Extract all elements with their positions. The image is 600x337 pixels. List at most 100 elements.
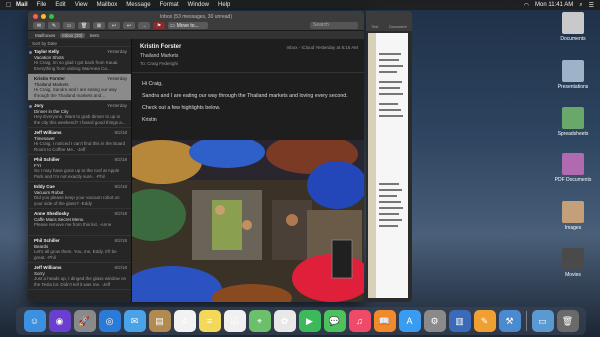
favorite-sent[interactable]: Sent	[88, 33, 101, 38]
siri-icon[interactable]: ◉	[48, 310, 71, 332]
menu-edit[interactable]: Edit	[55, 2, 65, 8]
message-date: 8/2/18	[114, 238, 127, 243]
flag-icon: ⚑	[156, 22, 162, 29]
get-mail-button[interactable]: ✉	[33, 22, 45, 29]
favorite-mailboxes[interactable]: Mailboxes	[33, 33, 57, 38]
message-date: Yesterday	[107, 103, 127, 108]
menu-view[interactable]: View	[75, 2, 88, 8]
window-title: Inbox (53 messages, 30 unread)	[160, 14, 232, 20]
messages-icon[interactable]: 💬	[323, 310, 346, 332]
mail-icon[interactable]: ✉	[123, 310, 146, 332]
menu-file[interactable]: File	[37, 2, 47, 8]
compose-icon: ✎	[51, 22, 57, 29]
wifi-icon[interactable]: ◠	[524, 2, 529, 9]
desktop-stack-movies[interactable]: Movies	[548, 248, 598, 278]
move-to-label: Move to...	[176, 22, 199, 29]
archive-button[interactable]: ▭	[63, 22, 75, 29]
photos-icon[interactable]: ✿	[273, 310, 296, 332]
books-icon[interactable]: 📖	[373, 310, 396, 332]
market-photo[interactable]	[132, 140, 364, 302]
pages-icon[interactable]: ✎	[473, 310, 496, 332]
archive-icon: ▭	[66, 22, 72, 29]
notes-icon[interactable]: ▤	[148, 310, 171, 332]
keynote-icon[interactable]: ▥	[448, 310, 471, 332]
junk-button[interactable]: ⊠	[93, 22, 105, 29]
music-icon[interactable]: ♫	[348, 310, 371, 332]
document-text-line	[379, 201, 401, 203]
xcode-icon[interactable]: ⚒	[498, 310, 521, 332]
message-date: Yesterday	[107, 76, 127, 81]
desktop-stack-spreadsheets[interactable]: Spreadsheets	[548, 107, 598, 137]
message-row[interactable]: Eddy Cue 8/2/18 Vacuum Robot Did you please…	[28, 182, 131, 209]
reminders-icon[interactable]: ☑	[223, 310, 246, 332]
downloads-icon[interactable]: ▭	[531, 310, 554, 332]
menu-window[interactable]: Window	[188, 2, 209, 8]
trash-icon[interactable]: 🗑	[556, 310, 579, 332]
status-area: ◠ Mon 11:41 AM ⌕ ☰	[524, 2, 594, 9]
spotlight-icon[interactable]: ⌕	[579, 2, 582, 9]
move-to-button[interactable]: ▭ Move to...	[168, 22, 208, 29]
notification-center-icon[interactable]: ☰	[589, 2, 594, 9]
notes-yellow-icon[interactable]: ≡	[198, 310, 221, 332]
message-row[interactable]: Jory Yesterday Dinner in the City Hey Every…	[28, 101, 131, 128]
safari-icon[interactable]: ◎	[98, 310, 121, 332]
mail-window: Inbox (53 messages, 30 unread) ✉ ✎ ▭ 🗑 ⊠…	[28, 11, 364, 302]
body-greeting: Hi Craig,	[142, 81, 163, 87]
menu-app-mail[interactable]: Mail	[16, 2, 28, 8]
desktop-stack-presentations[interactable]: Presentations	[548, 60, 598, 90]
stack-label: PDF Documents	[554, 177, 592, 183]
launchpad-icon[interactable]: 🚀	[73, 310, 96, 332]
stack-label: Spreadsheets	[557, 131, 589, 137]
document-image-strip	[368, 33, 376, 298]
delete-button[interactable]: 🗑	[78, 22, 90, 29]
reply-all-button[interactable]: ↩	[123, 22, 135, 29]
message-row[interactable]: Kristin Forster Yesterday Thailand Markets…	[28, 74, 131, 101]
desktop-stack-images[interactable]: Images	[548, 201, 598, 231]
flag-button[interactable]: ⚑	[153, 22, 165, 29]
document-text-line	[379, 81, 402, 83]
message-body: Hi Craig, Sandra and I are eating our wa…	[132, 73, 364, 137]
search-input[interactable]: Search	[310, 22, 358, 29]
facetime-icon[interactable]: ▶	[298, 310, 321, 332]
finder-icon[interactable]: ☺	[23, 310, 46, 332]
compose-button[interactable]: ✎	[48, 22, 60, 29]
menu-message[interactable]: Message	[126, 2, 150, 8]
message-row[interactable]: Phil Schiller 8/2/18 FYI So I may have gone…	[28, 155, 131, 182]
document-text-line	[379, 87, 400, 89]
reply-all-icon: ↩	[126, 22, 132, 29]
pages-tab-text[interactable]: Text	[371, 25, 378, 29]
message-preview: Please remove me from this list. -Anne	[34, 222, 112, 228]
message-preview: Just a heads up, I dinged the glass wind…	[34, 276, 127, 287]
document-text-line	[379, 219, 402, 221]
pages-document[interactable]	[368, 33, 408, 298]
message-date: Yesterday	[107, 49, 127, 54]
message-row[interactable]: Phil Schiller 8/2/18 Beards Let's all grow …	[28, 236, 131, 263]
junk-icon: ⊠	[96, 22, 102, 29]
apple-menu-icon[interactable]: 	[6, 2, 16, 9]
desktop-stack-pdf-documents[interactable]: PDF Documents	[548, 153, 598, 183]
app-store-icon[interactable]: A	[398, 310, 421, 332]
forward-button[interactable]: →	[138, 22, 150, 29]
menu-format[interactable]: Format	[160, 2, 179, 8]
document-text-line	[379, 65, 403, 67]
message-preview: Did you please keep your vacuum robot on…	[34, 195, 120, 206]
system-preferences-icon[interactable]: ⚙	[423, 310, 446, 332]
message-row[interactable]: Taylor Kelly Yesterday Vacation Shots Hi Cr…	[28, 47, 131, 74]
calendar-icon[interactable]: 4	[173, 310, 196, 332]
message-row[interactable]: Jeff Williams 8/2/18 Sorry Just a heads up,…	[28, 263, 131, 290]
pages-tab-document[interactable]: Document	[389, 25, 406, 29]
favorite-inbox[interactable]: Inbox (30)	[60, 32, 85, 38]
reply-button[interactable]: ↩	[108, 22, 120, 29]
maps-icon[interactable]: ⌖	[248, 310, 271, 332]
document-text-line	[379, 195, 397, 197]
message-row[interactable]: Jeff Williams 8/2/18 Timesaver Hi Craig, I …	[28, 128, 131, 155]
message-preview: Hi Craig, I noticed I can't find this in…	[34, 141, 126, 152]
menu-help[interactable]: Help	[218, 2, 230, 8]
stack-label: Documents	[560, 36, 586, 42]
message-row[interactable]: Anne Shedlosky 8/2/18 Caffe Macs Secret Me…	[28, 209, 131, 236]
menu-mailbox[interactable]: Mailbox	[97, 2, 118, 8]
sort-control[interactable]: Sort by Date	[28, 39, 131, 47]
trash-icon: 🗑	[80, 22, 88, 29]
desktop-stack-documents[interactable]: Documents	[548, 12, 598, 42]
clock[interactable]: Mon 11:41 AM	[535, 2, 573, 8]
